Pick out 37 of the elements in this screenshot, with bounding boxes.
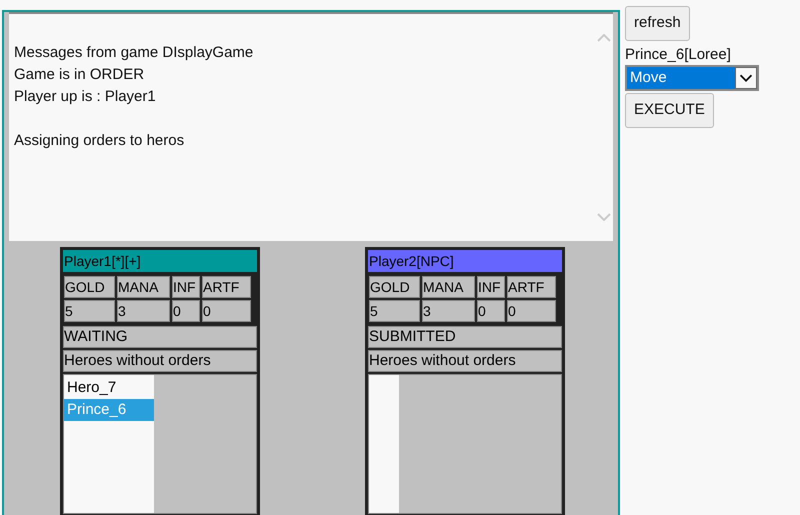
stat-label: MANA: [117, 276, 170, 298]
stat-value: 3: [422, 300, 475, 322]
hero-item[interactable]: Hero_7: [64, 377, 154, 399]
scroll-down-icon[interactable]: [597, 213, 611, 221]
stat-label: MANA: [422, 276, 475, 298]
stat-value: 5: [369, 300, 420, 322]
player-header: Player2[NPC]: [368, 250, 562, 272]
message-area[interactable]: Messages from game DIsplayGame Game is in ORDER Player up is : Player1 Assigning orders to heros: [9, 12, 613, 241]
player-header: Player1[*][+]: [63, 250, 257, 272]
chevron-down-icon: [735, 67, 757, 89]
stat-value: 0: [507, 300, 556, 322]
hero-label: Prince_6[Loree]: [625, 45, 731, 65]
player-status: WAITING: [63, 326, 257, 348]
player-status: SUBMITTED: [368, 326, 562, 348]
heroes-label: Heroes without orders: [368, 350, 562, 372]
message-line: Messages from game DIsplayGame: [14, 43, 254, 63]
stat-label: ARTF: [507, 276, 556, 298]
execute-button[interactable]: EXECUTE: [625, 93, 714, 128]
stat-value: 0: [202, 300, 251, 322]
stat-label: GOLD: [64, 276, 115, 298]
stat-value: 5: [64, 300, 115, 322]
message-line: Assigning orders to heros: [14, 131, 184, 151]
stat-value: 0: [477, 300, 505, 322]
heroes-label: Heroes without orders: [63, 350, 257, 372]
order-select[interactable]: Move: [625, 65, 759, 91]
stat-value: 0: [172, 300, 200, 322]
stat-label: INF: [172, 276, 200, 298]
stat-label: ARTF: [202, 276, 251, 298]
heroes-list[interactable]: [369, 375, 399, 513]
refresh-button[interactable]: refresh: [625, 6, 690, 41]
stat-value: 3: [117, 300, 170, 322]
stat-label: INF: [477, 276, 505, 298]
message-line: Player up is : Player1: [14, 87, 156, 107]
message-line: Game is in ORDER: [14, 65, 144, 85]
stat-label: GOLD: [369, 276, 420, 298]
scroll-up-icon[interactable]: [597, 34, 611, 42]
heroes-list[interactable]: Hero_7 Prince_6: [64, 375, 154, 513]
